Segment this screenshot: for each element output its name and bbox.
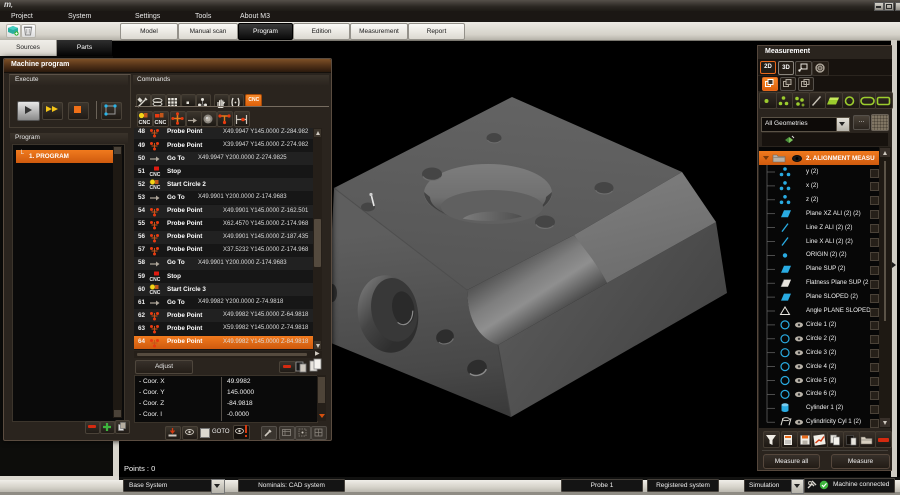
svg-text:CNC: CNC bbox=[138, 120, 150, 125]
svg-text:CNC: CNC bbox=[155, 120, 167, 125]
svg-text:CNC: CNC bbox=[150, 290, 161, 295]
svg-text:CNC: CNC bbox=[150, 185, 161, 190]
svg-text:CNC: CNC bbox=[150, 277, 161, 282]
svg-text:CNC: CNC bbox=[150, 172, 161, 177]
